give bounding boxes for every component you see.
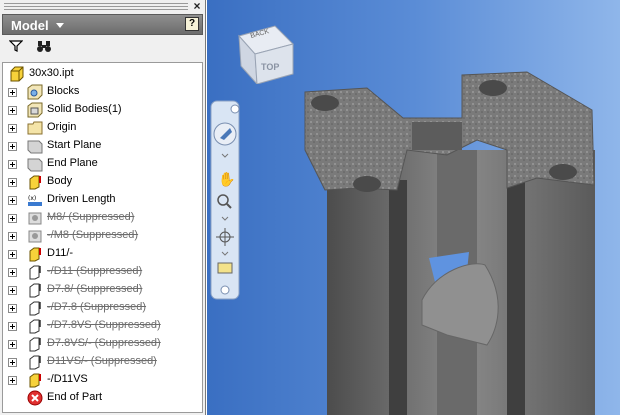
extrusion-outline-icon bbox=[27, 300, 43, 316]
extrusion-icon bbox=[27, 372, 43, 388]
expand-toggle-icon[interactable] bbox=[8, 376, 17, 385]
tree-item[interactable]: -/D7.8 (Suppressed) bbox=[3, 299, 202, 317]
tree-item[interactable]: Body bbox=[3, 173, 202, 191]
end-of-part-label: End of Part bbox=[47, 391, 103, 403]
work-plane-icon bbox=[27, 138, 43, 154]
close-panel-icon[interactable]: × bbox=[191, 0, 203, 12]
tree-item-label: Body bbox=[47, 175, 73, 187]
tree-item-label: Origin bbox=[47, 121, 77, 133]
tree-item[interactable]: -/M8 (Suppressed) bbox=[3, 227, 202, 245]
viewcube[interactable]: BACK TOP bbox=[235, 22, 295, 86]
expand-toggle-icon[interactable] bbox=[8, 322, 17, 331]
origin-folder-icon bbox=[27, 120, 43, 136]
hole-icon bbox=[27, 210, 43, 226]
svg-text:(x): (x) bbox=[28, 195, 36, 202]
tree-item[interactable]: -/D7.8VS (Suppressed) bbox=[3, 317, 202, 335]
browser-title[interactable]: Model bbox=[11, 18, 49, 33]
browser-toolbar bbox=[2, 36, 203, 60]
navigation-bar: ✋ bbox=[210, 100, 240, 300]
tree-item-label: D7.8VS/- (Suppressed) bbox=[47, 337, 161, 349]
tree-item-label: Blocks bbox=[47, 85, 80, 97]
tree-item[interactable]: (x) Driven Length bbox=[3, 191, 202, 209]
expand-toggle-icon[interactable] bbox=[8, 142, 17, 151]
end-of-part-icon bbox=[27, 390, 43, 406]
blocks-icon bbox=[27, 84, 43, 100]
tree-item[interactable]: -/D11 (Suppressed) bbox=[3, 263, 202, 281]
solid-bodies-icon bbox=[27, 102, 43, 118]
expand-toggle-icon[interactable] bbox=[8, 286, 17, 295]
look-at-icon[interactable] bbox=[213, 258, 237, 278]
expand-toggle-icon[interactable] bbox=[8, 160, 17, 169]
help-button[interactable]: ? bbox=[185, 17, 199, 31]
extrusion-outline-icon bbox=[27, 336, 43, 352]
extrusion-outline-icon bbox=[27, 282, 43, 298]
tree-item-label: Driven Length bbox=[47, 193, 116, 205]
tree-item[interactable]: Blocks bbox=[3, 83, 202, 101]
expand-toggle-icon[interactable] bbox=[8, 250, 17, 259]
navbar-options-icon[interactable] bbox=[218, 284, 232, 296]
tree-item-label: -/D7.8 (Suppressed) bbox=[47, 301, 147, 313]
extrusion-outline-icon bbox=[27, 264, 43, 280]
extrusion-icon bbox=[27, 246, 43, 262]
tree-item-label: -/M8 (Suppressed) bbox=[47, 229, 139, 241]
tree-item[interactable]: D11/- bbox=[3, 245, 202, 263]
tree-item[interactable]: D7.8/ (Suppressed) bbox=[3, 281, 202, 299]
expand-toggle-icon[interactable] bbox=[8, 124, 17, 133]
zoom-icon[interactable] bbox=[213, 192, 237, 214]
expand-toggle-icon[interactable] bbox=[8, 178, 17, 187]
viewcube-top-label: TOP bbox=[261, 62, 279, 72]
expand-toggle-icon[interactable] bbox=[8, 358, 17, 367]
expand-toggle-icon[interactable] bbox=[8, 232, 17, 241]
tree-item[interactable]: End Plane bbox=[3, 155, 202, 173]
navbar-close-icon[interactable] bbox=[230, 102, 240, 116]
orbit-icon[interactable] bbox=[213, 226, 237, 248]
expand-toggle-icon[interactable] bbox=[8, 268, 17, 277]
tree-item[interactable]: Start Plane bbox=[3, 137, 202, 155]
tree-item[interactable]: M8/ (Suppressed) bbox=[3, 209, 202, 227]
extrusion-outline-icon bbox=[27, 318, 43, 334]
driven-length-icon: (x) bbox=[27, 192, 43, 208]
tree-item[interactable]: -/D11VS bbox=[3, 371, 202, 389]
tree-item-label: -/D7.8VS (Suppressed) bbox=[47, 319, 161, 331]
expand-toggle-icon[interactable] bbox=[8, 106, 17, 115]
expand-toggle-icon[interactable] bbox=[8, 88, 17, 97]
tree-item-label: End Plane bbox=[47, 157, 98, 169]
expand-toggle-icon[interactable] bbox=[8, 214, 17, 223]
tree-root[interactable]: 30x30.ipt bbox=[3, 65, 202, 83]
model-tree: 30x30.ipt Blocks Solid Bodies(1) Origin Sta… bbox=[2, 62, 203, 413]
tree-end-of-part[interactable]: End of Part bbox=[3, 389, 202, 407]
binoculars-icon[interactable] bbox=[34, 38, 54, 58]
work-plane-icon bbox=[27, 156, 43, 172]
tree-item[interactable]: D11VS/- (Suppressed) bbox=[3, 353, 202, 371]
extrusion-icon bbox=[27, 174, 43, 190]
expand-toggle-icon[interactable] bbox=[8, 340, 17, 349]
tree-item-label: D7.8/ (Suppressed) bbox=[47, 283, 143, 295]
3d-viewport[interactable]: BACK TOP ✋ bbox=[207, 0, 620, 415]
chevron-down-icon[interactable] bbox=[56, 23, 64, 28]
pan-icon[interactable] bbox=[213, 168, 237, 190]
tree-item-label: -/D11VS bbox=[47, 373, 88, 385]
tree-item[interactable]: Origin bbox=[3, 119, 202, 137]
steering-wheel-icon[interactable] bbox=[213, 122, 237, 146]
tree-root-label: 30x30.ipt bbox=[29, 67, 74, 79]
tree-item-label: Solid Bodies(1) bbox=[47, 103, 122, 115]
model-browser-panel: × Model ? 30x30.ipt Blocks Solid Bodies(1… bbox=[0, 0, 206, 415]
tree-item-label: D11VS/- (Suppressed) bbox=[47, 355, 157, 367]
panel-grip[interactable] bbox=[4, 3, 188, 10]
tree-item-label: -/D11 (Suppressed) bbox=[47, 265, 143, 277]
extrusion-outline-icon bbox=[27, 354, 43, 370]
browser-title-bar[interactable]: Model ? bbox=[2, 14, 203, 35]
tree-item-label: M8/ (Suppressed) bbox=[47, 211, 135, 223]
expand-toggle-icon[interactable] bbox=[8, 196, 17, 205]
tree-item[interactable]: D7.8VS/- (Suppressed) bbox=[3, 335, 202, 353]
tree-item-label: D11/- bbox=[47, 247, 74, 259]
tree-item[interactable]: Solid Bodies(1) bbox=[3, 101, 202, 119]
filter-icon[interactable] bbox=[6, 38, 26, 58]
hole-icon bbox=[27, 228, 43, 244]
part-file-icon bbox=[9, 66, 25, 82]
expand-toggle-icon[interactable] bbox=[8, 304, 17, 313]
tree-item-label: Start Plane bbox=[47, 139, 102, 151]
